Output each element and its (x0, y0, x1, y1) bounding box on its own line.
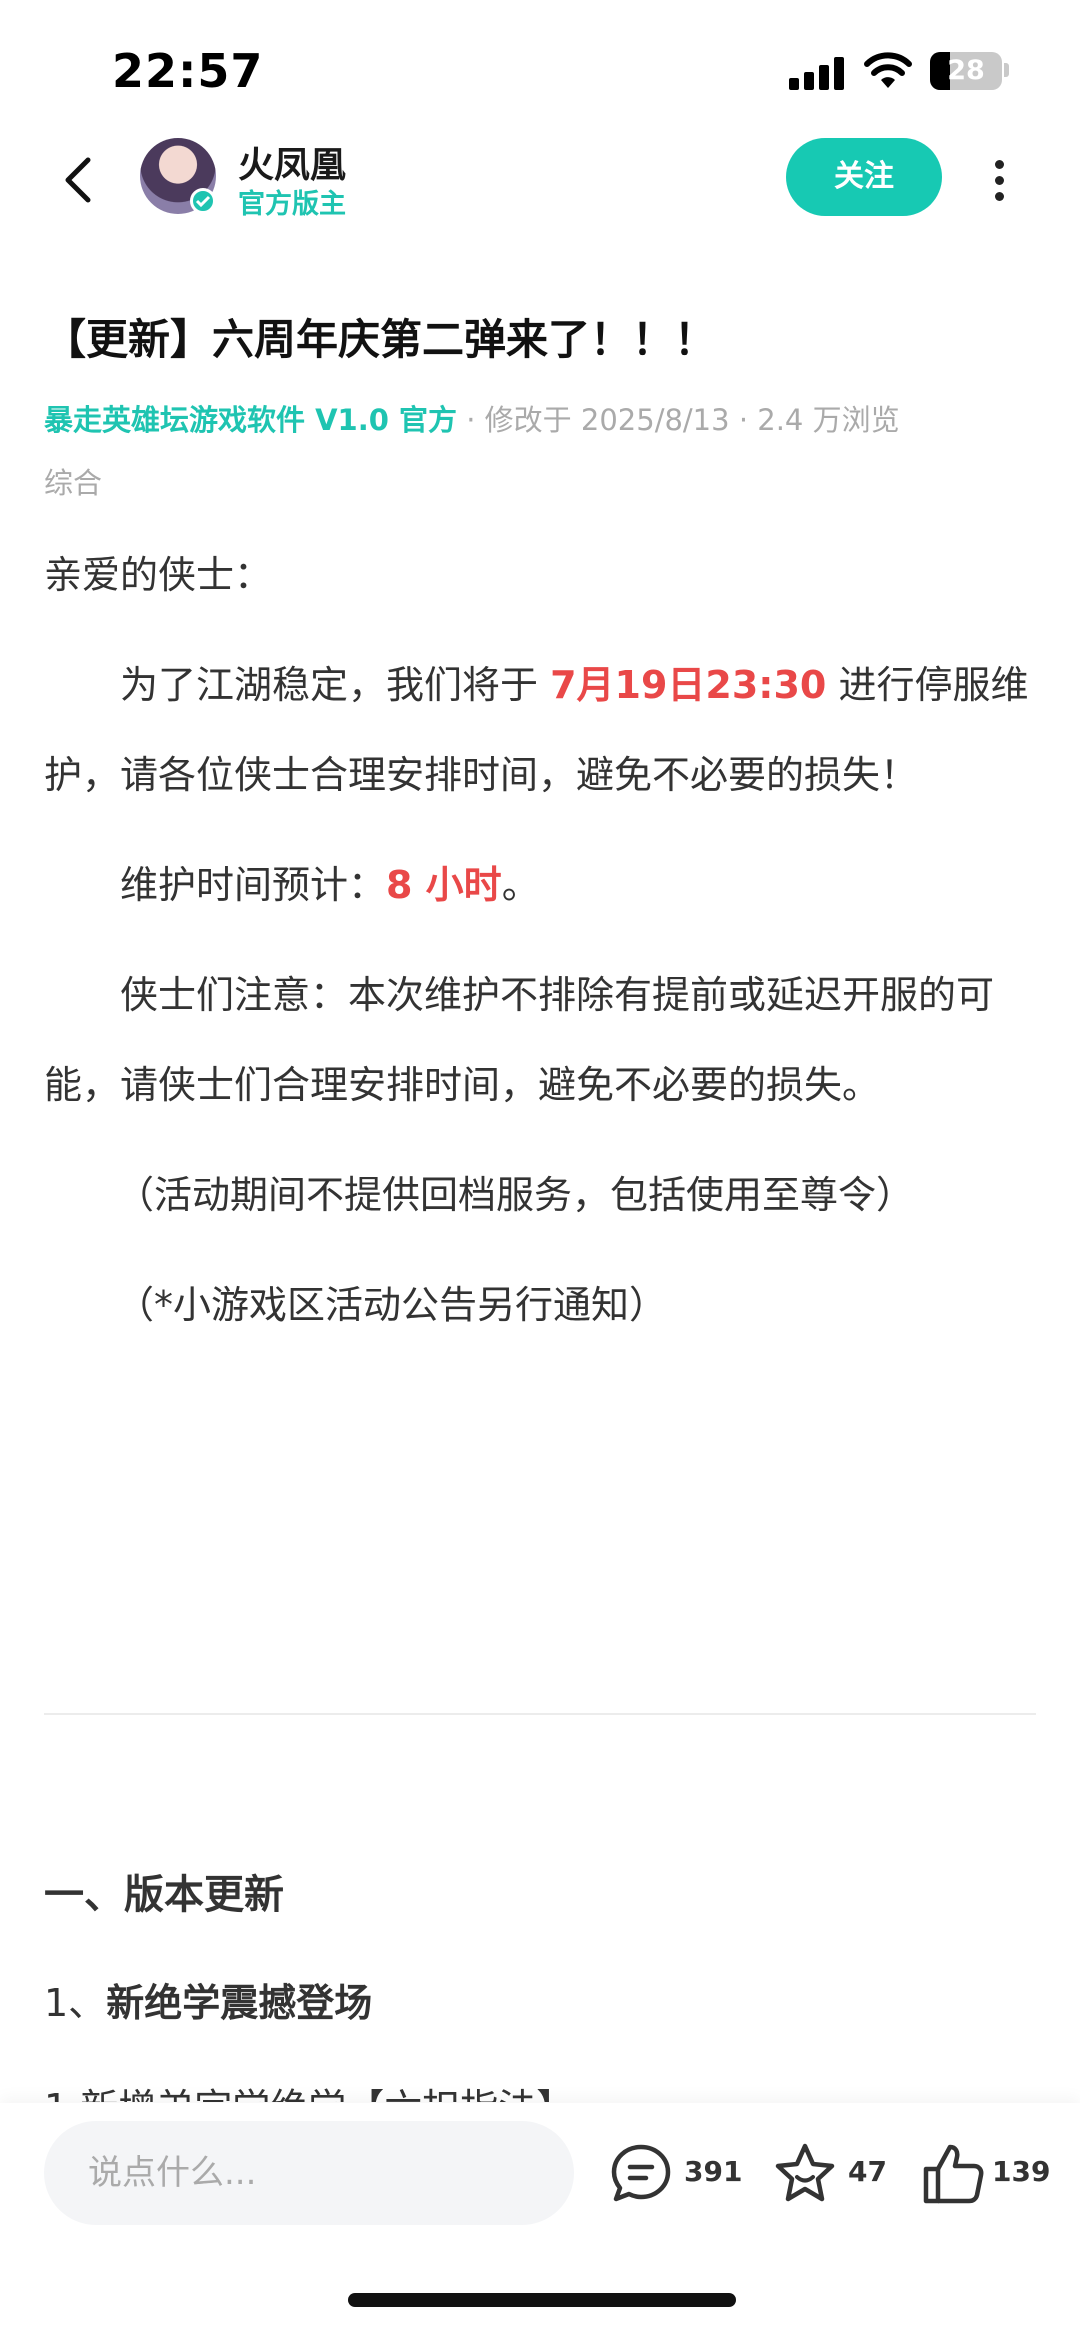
divider (44, 1713, 1036, 1715)
author-role-badge: 官方版主 (238, 189, 346, 220)
post-header: 火凤凰 官方版主 关注 (0, 130, 1080, 230)
author-name[interactable]: 火凤凰 (238, 136, 346, 188)
comment-button[interactable]: 391 (606, 2139, 742, 2209)
truncated-line: 1.新增弟宗学绝学【六扣指法】 (44, 2078, 574, 2102)
thumbs-up-icon (923, 2144, 984, 2204)
like-button[interactable]: 139 (918, 2139, 1051, 2209)
battery-icon: 28 (930, 52, 1002, 90)
signal-icon (789, 56, 845, 90)
greeting: 亲爱的侠士： (44, 553, 273, 597)
back-arrow-icon[interactable] (50, 150, 110, 210)
subsection-number: 1、 (44, 1981, 107, 2025)
battery-nub (1004, 63, 1009, 77)
subsection-heading: 1、新绝学震撼登场 (44, 1972, 372, 2027)
star-icon (775, 2143, 835, 2202)
post-content: 亲爱的侠士： 为了江湖稳定，我们将于 7月19日23:30 进行停服维护，请各位… (44, 530, 1040, 1350)
comment-count: 391 (684, 2155, 743, 2188)
battery-percent: 28 (947, 55, 985, 86)
duration-highlight: 8 小时 (386, 863, 502, 907)
more-vertical-icon[interactable] (984, 150, 1014, 210)
paragraph-notice: 侠士们注意：本次维护不排除有提前或延迟开服的可能，请侠士们合理安排时间，避免不必… (44, 973, 995, 1107)
wifi-icon (864, 52, 912, 88)
paragraph-duration: 维护时间预计：8 小时。 (44, 840, 1040, 930)
favorite-button[interactable]: 47 (770, 2139, 890, 2209)
paragraph-minigame-note: （*小游戏区活动公告另行通知） (116, 1283, 668, 1327)
status-bar: 22:57 28 (0, 0, 1080, 130)
post-title: 【更新】六周年庆第二弹来了！！！ (44, 315, 717, 364)
paragraph-text: 维护时间预计： (120, 863, 387, 907)
post-meta: 暴走英雄坛游戏软件 V1.0 官方 · 修改于 2025/8/13 · 2.4 … (44, 398, 1044, 442)
modified-date: · 修改于 2025/8/13 (466, 403, 730, 437)
paragraph-maintenance: 为了江湖稳定，我们将于 7月19日23:30 进行停服维护，请各位侠士合理安排时… (44, 640, 1040, 820)
paragraph-rollback-note: （活动期间不提供回档服务，包括使用至尊令） (116, 1173, 915, 1217)
paragraph-text: 。 (501, 863, 540, 907)
comment-input[interactable] (44, 2121, 574, 2225)
status-time: 22:57 (112, 44, 264, 98)
follow-button[interactable]: 关注 (786, 138, 942, 216)
forum-link[interactable]: 暴走英雄坛游戏软件 V1.0 官方 (44, 403, 457, 437)
category-tag[interactable]: 综合 (44, 460, 102, 502)
comment-icon (611, 2144, 671, 2202)
section-heading: 一、版本更新 (44, 1872, 284, 1918)
favorite-count: 47 (848, 2155, 887, 2188)
like-count: 139 (992, 2155, 1051, 2188)
home-indicator (348, 2293, 736, 2307)
subsection-title: 新绝学震撼登场 (106, 1981, 373, 2025)
maintenance-time-highlight: 7月19日23:30 (550, 663, 827, 707)
paragraph-text: 为了江湖稳定，我们将于 (120, 663, 551, 707)
view-count: · 2.4 万浏览 (738, 403, 900, 437)
verified-icon (190, 188, 216, 214)
